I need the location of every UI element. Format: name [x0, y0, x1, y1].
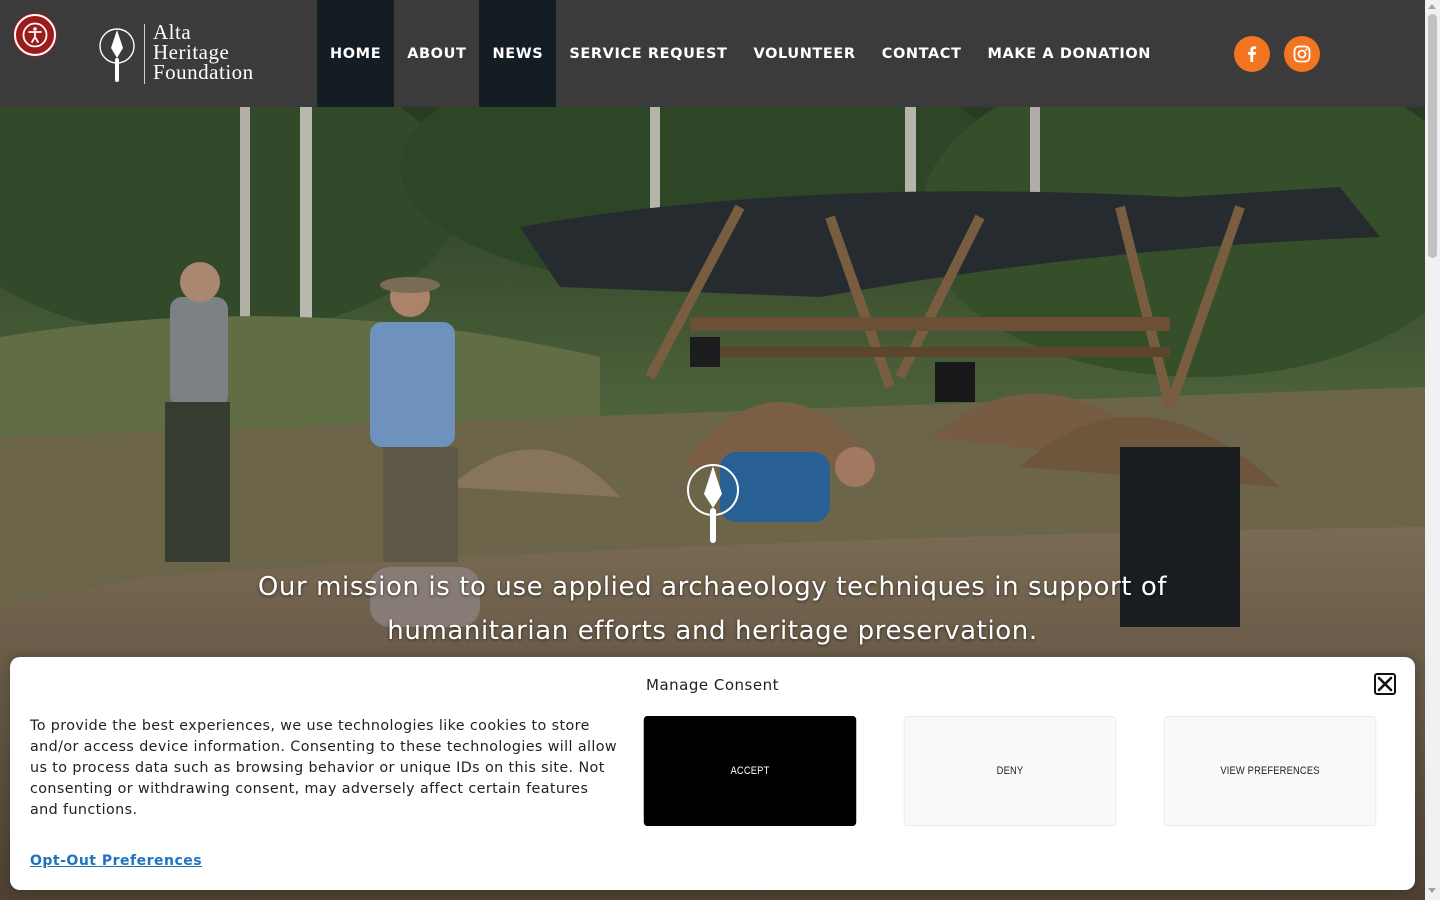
mission-statement: Our mission is to use applied archaeolog…: [257, 572, 1168, 646]
nav-item-make-a-donation[interactable]: MAKE A DONATION: [975, 0, 1164, 107]
nav-item-about[interactable]: ABOUT: [394, 0, 479, 107]
cookie-consent-banner: Manage Consent To provide the best exper…: [10, 657, 1415, 890]
facebook-icon: [1248, 46, 1257, 62]
scrollbar-thumb[interactable]: [1428, 14, 1437, 258]
main-nav: HOME ABOUT NEWS SERVICE REQUEST VOLUNTEE…: [317, 0, 1164, 107]
logo-line-3: Foundation: [153, 60, 254, 84]
nav-item-news[interactable]: NEWS: [479, 0, 557, 107]
facebook-button[interactable]: [1234, 36, 1270, 72]
consent-title: Manage Consent: [646, 676, 779, 694]
scroll-up-arrow-icon[interactable]: [1428, 4, 1436, 9]
accessibility-button[interactable]: [14, 14, 56, 56]
site-logo[interactable]: Alta Heritage Foundation: [98, 22, 298, 86]
view-preferences-button[interactable]: View preferences: [1163, 716, 1377, 826]
site-header: Alta Heritage Foundation HOME ABOUT NEWS…: [0, 0, 1425, 107]
scroll-down-arrow-icon[interactable]: [1428, 888, 1436, 893]
nav-item-volunteer[interactable]: VOLUNTEER: [741, 0, 869, 107]
logo-wordmark: Alta Heritage Foundation: [153, 20, 254, 84]
consent-message: To provide the best experiences, we use …: [30, 718, 618, 818]
close-icon: [1377, 676, 1393, 692]
instagram-button[interactable]: [1284, 36, 1320, 72]
instagram-icon: [1293, 45, 1311, 63]
trowel-emblem-icon: [687, 464, 739, 543]
logo-line-2: Heritage: [153, 40, 230, 64]
logo-divider: [144, 24, 145, 84]
logo-line-1: Alta: [153, 20, 192, 44]
accept-button[interactable]: Accept: [643, 716, 857, 826]
opt-out-preferences-link[interactable]: Opt-Out Preferences: [30, 853, 202, 869]
deny-button[interactable]: Deny: [903, 716, 1117, 826]
nav-item-home[interactable]: HOME: [317, 0, 395, 107]
nav-item-contact[interactable]: CONTACT: [869, 0, 975, 107]
accessibility-icon: [22, 22, 48, 48]
consent-close-button[interactable]: [1374, 673, 1396, 695]
nav-item-service-request[interactable]: SERVICE REQUEST: [556, 0, 740, 107]
trowel-logo-icon: [99, 28, 135, 82]
page-scrollbar[interactable]: [1425, 0, 1440, 900]
